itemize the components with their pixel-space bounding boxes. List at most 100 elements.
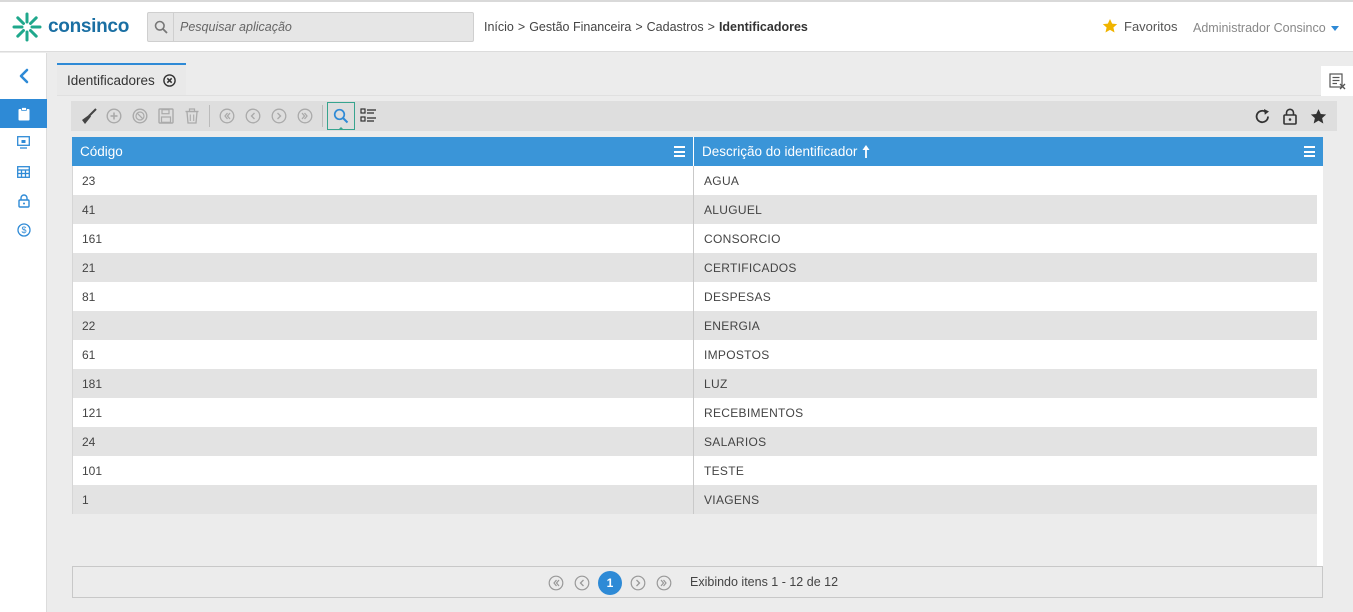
column-header-label: Código [80,144,123,159]
cell-codigo: 41 [72,195,694,224]
cell-codigo: 121 [72,398,694,427]
last-page-button[interactable] [654,572,674,594]
breadcrumb-item[interactable]: Cadastros [647,20,704,34]
table-row[interactable]: 101 TESTE [72,456,1317,485]
star-icon [1310,108,1326,123]
tab-label: Identificadores [67,73,155,88]
lock-icon [17,193,30,208]
table-row[interactable]: 61 IMPOSTOS [72,340,1317,369]
lock-icon [1283,108,1297,125]
cancel-button[interactable] [127,103,153,129]
column-header-codigo[interactable]: Código [72,137,694,166]
breadcrumb-current: Identificadores [718,20,808,34]
table-row[interactable]: 181 LUZ [72,369,1317,398]
user-name: Administrador Consinco [1193,21,1326,35]
first-icon [219,108,235,124]
table-row[interactable]: 81 DESPESAS [72,282,1317,311]
table-row[interactable]: 1 VIAGENS [72,485,1317,514]
search-input[interactable] [174,20,464,34]
favorites-button[interactable]: Favoritos [1102,18,1177,34]
column-menu-icon[interactable] [674,146,685,157]
cell-codigo: 22 [72,311,694,340]
cell-codigo: 1 [72,485,694,514]
search-mode-button[interactable] [327,102,355,130]
delete-button[interactable] [179,103,205,129]
list-mode-button[interactable] [355,103,381,129]
toolbar-divider [322,105,323,127]
breadcrumb-item[interactable]: Início [484,20,514,34]
refresh-button[interactable] [1249,103,1275,129]
list-icon [359,108,376,122]
table-row[interactable]: 41 ALUGUEL [72,195,1317,224]
lock-button[interactable] [1277,103,1303,129]
refresh-icon [1255,108,1269,123]
previous-record-button[interactable] [240,103,266,129]
page-number-current[interactable]: 1 [598,571,622,595]
svg-text:$: $ [21,225,26,235]
add-button[interactable] [101,103,127,129]
table-row[interactable]: 24 SALARIOS [72,427,1317,456]
first-page-button[interactable] [546,572,566,594]
previous-page-button[interactable] [572,572,592,594]
logo[interactable]: consinco [12,12,129,42]
toolbar-divider [209,105,210,127]
next-record-button[interactable] [266,103,292,129]
cell-descricao: ALUGUEL [704,202,763,217]
grid-body: 23 AGUA 41 ALUGUEL 161 CONSORCIO 21 CERTIFIC… [72,166,1317,514]
prev-icon [245,108,261,124]
cell-descricao: LUZ [704,376,728,391]
close-all-tabs-button[interactable] [1321,66,1353,96]
toolbar [71,101,1337,131]
column-header-descricao[interactable]: Descrição do identificador [694,137,1323,166]
grid-border [72,166,73,514]
table-row[interactable]: 121 RECEBIMENTOS [72,398,1317,427]
cell-descricao: IMPOSTOS [704,347,770,362]
collapse-sidebar-button[interactable] [0,53,47,99]
trash-icon [185,108,199,124]
table-row[interactable]: 23 AGUA [72,166,1317,195]
sidebar-item-financeiro[interactable]: $ [0,215,47,244]
favorite-button[interactable] [1305,103,1331,129]
chevron-left-icon [19,68,28,84]
tab-divider [57,95,1353,96]
table-row[interactable]: 22 ENERGIA [72,311,1317,340]
close-list-icon [1328,72,1345,89]
clear-button[interactable] [75,103,101,129]
tab-identificadores[interactable]: Identificadores [57,63,186,96]
first-record-button[interactable] [214,103,240,129]
sidebar: $ [0,53,47,612]
data-grid: Código Descrição do identificador 23 AGUA… [72,137,1323,566]
logo-mark-icon [12,12,42,42]
grid-header: Código Descrição do identificador [72,137,1323,166]
broom-icon [81,107,97,124]
breadcrumb: Início > Gestão Financeira > Cadastros >… [484,20,808,34]
next-icon [271,108,287,124]
sort-ascending-icon [862,144,870,158]
table-row[interactable]: 161 CONSORCIO [72,224,1317,253]
save-button[interactable] [153,103,179,129]
next-page-button[interactable] [628,572,648,594]
breadcrumb-separator: > [707,20,715,34]
table-row[interactable]: 21 CERTIFICADOS [72,253,1317,282]
vertical-scrollbar[interactable] [1317,166,1323,566]
sidebar-item-security[interactable] [0,186,47,215]
sidebar-item-cadastros[interactable] [0,99,47,128]
sidebar-item-table[interactable] [0,157,47,186]
breadcrumb-item[interactable]: Gestão Financeira [529,20,631,34]
cell-codigo: 61 [72,340,694,369]
top-header: consinco Início > Gestão Financeira > Ca… [0,0,1353,52]
cell-codigo: 21 [72,253,694,282]
cell-codigo: 181 [72,369,694,398]
search-icon[interactable] [148,13,174,41]
cell-descricao: ENERGIA [704,318,761,333]
close-tab-icon[interactable] [163,74,176,87]
last-page-icon [656,575,672,591]
user-menu[interactable]: Administrador Consinco [1193,21,1339,35]
next-page-icon [630,575,646,591]
last-record-button[interactable] [292,103,318,129]
cell-descricao: RECEBIMENTOS [704,405,804,420]
add-icon [106,108,122,124]
column-menu-icon[interactable] [1304,146,1315,157]
cell-codigo: 101 [72,456,694,485]
sidebar-item-monitor[interactable] [0,128,47,157]
